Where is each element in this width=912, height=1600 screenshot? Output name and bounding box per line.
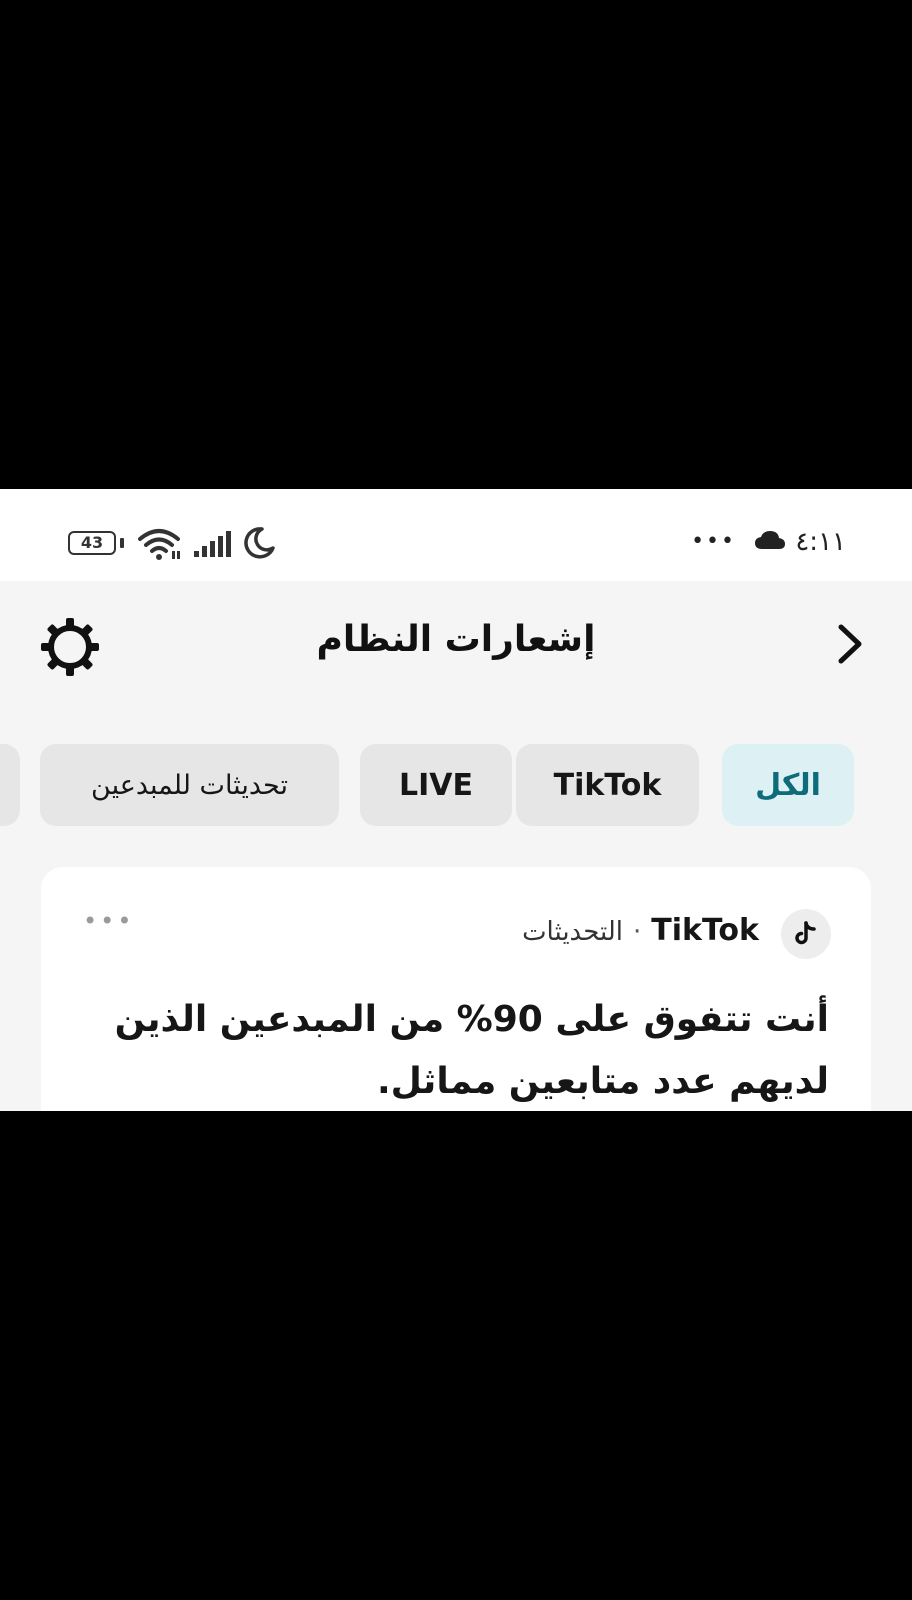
notification-source: TikTok · التحديثات bbox=[522, 913, 759, 948]
filter-tabs: الكل TikTok LIVE تحديثات للمبدعين bbox=[0, 744, 912, 826]
source-separator: · bbox=[632, 917, 642, 947]
battery-icon: 43 bbox=[68, 531, 116, 555]
gear-icon bbox=[40, 617, 100, 681]
header: إشعارات النظام bbox=[0, 581, 912, 716]
status-bar: ٤:١١ ••• 43 bbox=[0, 489, 912, 581]
notification-body: أنت تتفوق على 90% من المبدعين الذين لديه… bbox=[114, 999, 829, 1102]
tab-live[interactable]: LIVE bbox=[360, 744, 512, 826]
notification-card[interactable]: TikTok · التحديثات ••• أنت تتفوق على 90%… bbox=[41, 867, 871, 1111]
more-status-icon: ••• bbox=[691, 529, 736, 554]
tab-creator-updates[interactable]: تحديثات للمبدعين bbox=[40, 744, 339, 826]
page-title: إشعارات النظام bbox=[316, 619, 596, 660]
tab-overflow[interactable] bbox=[0, 744, 20, 826]
moon-icon bbox=[242, 526, 276, 564]
tiktok-logo-icon bbox=[781, 909, 831, 959]
letterbox-bottom bbox=[0, 1111, 912, 1600]
source-category: التحديثات bbox=[522, 917, 623, 947]
letterbox-top bbox=[0, 0, 912, 489]
more-options-button[interactable]: ••• bbox=[83, 907, 134, 935]
tab-tiktok[interactable]: TikTok bbox=[516, 744, 699, 826]
wifi-icon bbox=[138, 527, 182, 565]
source-name: TikTok bbox=[651, 913, 759, 948]
tab-all[interactable]: الكل bbox=[722, 744, 854, 826]
settings-button[interactable] bbox=[38, 617, 102, 681]
signal-icon bbox=[193, 529, 233, 563]
battery-tip bbox=[120, 538, 124, 548]
status-time: ٤:١١ bbox=[795, 527, 846, 557]
app-screen: ٤:١١ ••• 43 إشعارات النظام الكل TikTok L… bbox=[0, 489, 912, 1111]
cloud-icon bbox=[754, 529, 786, 555]
